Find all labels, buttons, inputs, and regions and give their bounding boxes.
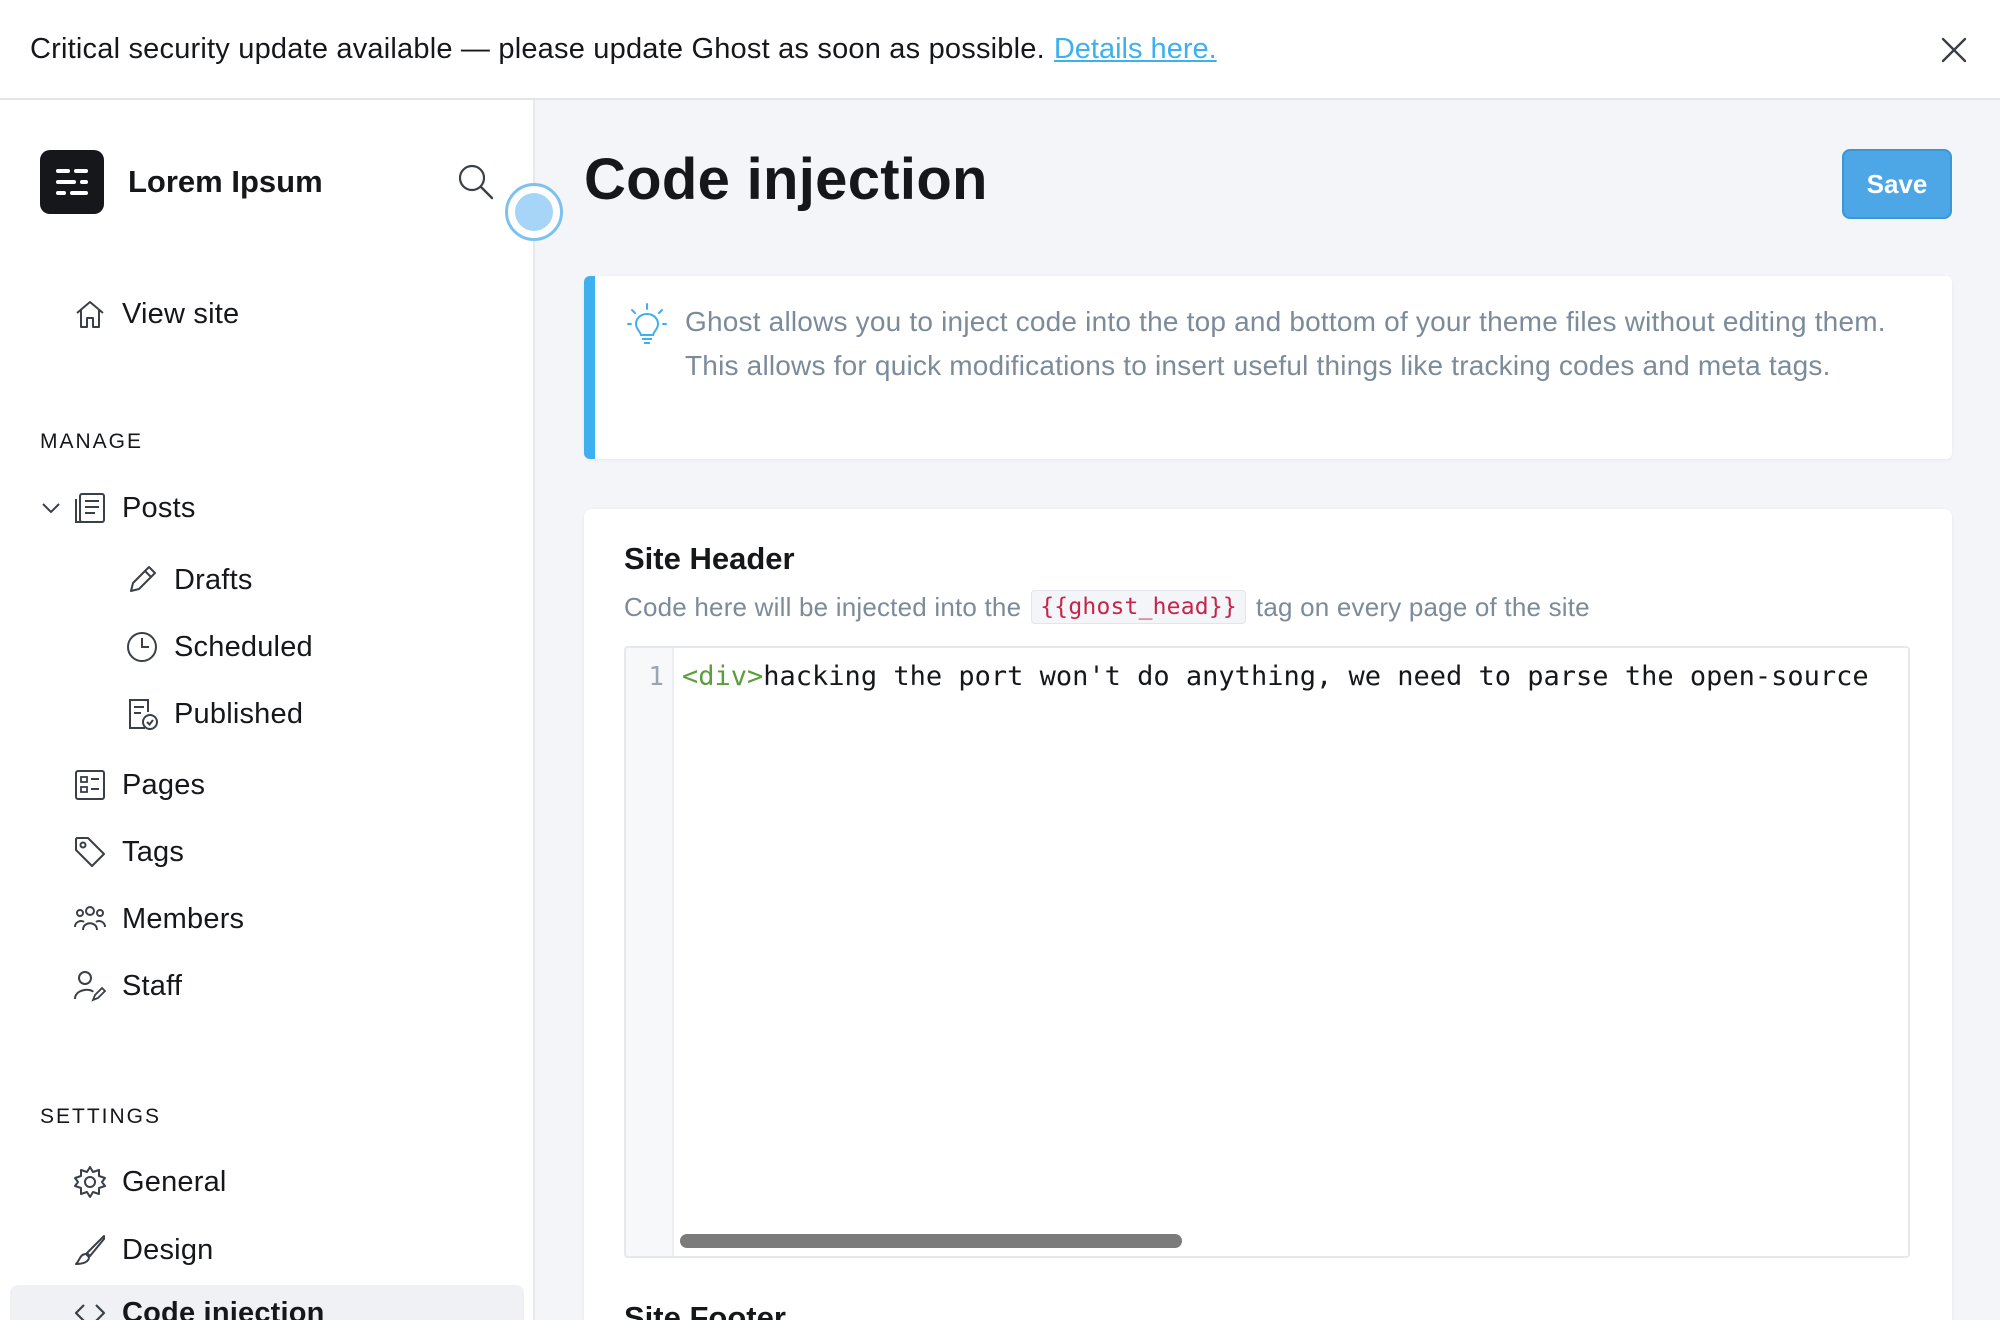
info-text: Ghost allows you to inject code into the… xyxy=(685,306,1886,381)
nav-members[interactable]: Members xyxy=(0,891,535,947)
nav-label: Posts xyxy=(122,491,196,524)
search-icon[interactable] xyxy=(456,162,496,202)
cursor-indicator xyxy=(505,183,563,241)
lightbulb-icon xyxy=(627,302,667,346)
security-banner: Critical security update available — ple… xyxy=(0,0,2000,100)
ghost-head-tag: {{ghost_head}} xyxy=(1031,590,1246,624)
gear-icon xyxy=(72,1164,108,1200)
code-text: hacking the port won't do anything, we n… xyxy=(763,661,1869,692)
code-injection-card: Site Header Code here will be injected i… xyxy=(584,509,1952,1320)
nav-label: Code injection xyxy=(122,1296,325,1320)
settings-section-label: SETTINGS xyxy=(40,1105,162,1128)
description-text: tag on every page of the site xyxy=(1255,591,1590,622)
nav-published[interactable]: Published xyxy=(0,686,535,742)
nav-label: Scheduled xyxy=(174,630,313,663)
banner-details-link[interactable]: Details here. xyxy=(1054,33,1217,66)
nav-scheduled[interactable]: Scheduled xyxy=(0,619,535,675)
clock-icon xyxy=(124,629,160,665)
description-text: Code here will be injected into the xyxy=(624,591,1022,622)
brand-logo xyxy=(40,150,104,214)
nav-label: Staff xyxy=(122,969,183,1002)
site-header-description: Code here will be injected into the {{gh… xyxy=(624,590,1590,624)
members-icon xyxy=(72,901,108,937)
chevron-down-icon[interactable] xyxy=(38,495,64,521)
pencil-icon xyxy=(124,562,160,598)
nav-drafts[interactable]: Drafts xyxy=(0,552,535,608)
line-number: 1 xyxy=(648,662,664,692)
nav-posts[interactable]: Posts xyxy=(0,480,535,536)
nav-label: Tags xyxy=(122,835,185,868)
nav-label: Members xyxy=(122,902,245,935)
site-footer-title: Site Footer xyxy=(624,1300,786,1320)
nav-label: General xyxy=(122,1165,227,1198)
line-gutter: 1 xyxy=(626,648,674,1256)
pages-icon xyxy=(72,767,108,803)
brand-name: Lorem Ipsum xyxy=(128,164,323,199)
published-icon xyxy=(124,696,160,732)
save-button[interactable]: Save xyxy=(1842,149,1952,219)
brush-icon xyxy=(72,1232,108,1268)
nav-tags[interactable]: Tags xyxy=(0,824,535,880)
manage-section-label: MANAGE xyxy=(40,430,144,453)
nav-label: Pages xyxy=(122,768,206,801)
nav-pages[interactable]: Pages xyxy=(0,757,535,813)
close-icon[interactable] xyxy=(1934,30,1974,70)
code-icon xyxy=(72,1295,108,1320)
nav-code-injection[interactable]: Code injection xyxy=(10,1285,524,1320)
html-tag-token: <div> xyxy=(682,661,764,692)
nav-label: Drafts xyxy=(174,563,253,596)
nav-label: Published xyxy=(174,697,304,730)
posts-icon xyxy=(72,490,108,526)
code-line[interactable]: <div>hacking the port won't do anything,… xyxy=(682,661,1869,692)
home-icon xyxy=(72,296,108,332)
sidebar: Lorem Ipsum View site MANAGE Posts Draft… xyxy=(0,100,535,1320)
nav-general[interactable]: General xyxy=(0,1154,535,1210)
nav-label: Design xyxy=(122,1233,214,1266)
page-title: Code injection xyxy=(584,147,988,212)
nav-view-site[interactable]: View site xyxy=(0,286,535,342)
staff-icon xyxy=(72,968,108,1004)
brand[interactable]: Lorem Ipsum xyxy=(40,150,323,214)
tag-icon xyxy=(72,834,108,870)
site-header-code-editor[interactable]: 1 <div>hacking the port won't do anythin… xyxy=(624,646,1910,1258)
info-callout: Ghost allows you to inject code into the… xyxy=(584,276,1952,459)
banner-message: Critical security update available — ple… xyxy=(30,32,1045,65)
nav-label: View site xyxy=(122,297,240,330)
nav-design[interactable]: Design xyxy=(0,1222,535,1278)
horizontal-scrollbar[interactable] xyxy=(680,1234,1182,1248)
site-header-title: Site Header xyxy=(624,541,795,576)
nav-staff[interactable]: Staff xyxy=(0,958,535,1014)
